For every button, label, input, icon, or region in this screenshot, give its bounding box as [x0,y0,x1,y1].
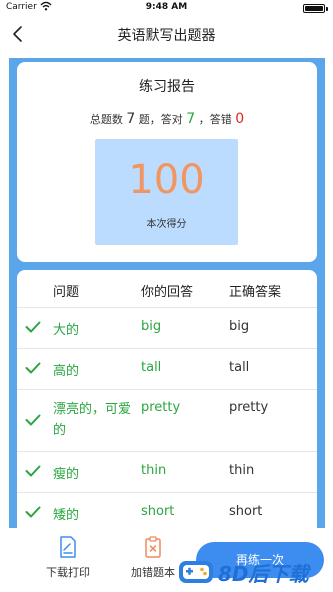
score-label: 本次得分 [146,219,187,230]
wrong-prefix: ，答错 [198,113,232,126]
row-question: 高的 [53,364,80,379]
check-icon [25,465,41,477]
total-suffix: 题，答对 [138,113,183,126]
clock: 9:48 AM [145,2,188,12]
wrong-book-label: 加错题本 [131,566,175,579]
wrong-book-icon [145,536,161,558]
results-table: 问题 你的回答 正确答案 大的 big big 高的 tall tall 漂亮的… [17,270,317,528]
report-summary: 总题数 7 题，答对 7 ，答错 0 [17,111,317,127]
table-row: 瘦的 thin thin [17,452,317,493]
row-question: 矮的 [53,508,80,523]
status-bar: Carrier 9:48 AM [0,0,333,16]
table-header: 问题 你的回答 正确答案 [17,270,317,308]
row-your-answer: pretty [141,400,181,415]
row-your-answer: big [141,319,162,334]
row-question: 漂亮的，可爱的 [53,402,132,438]
header-correct-answer: 正确答案 [229,285,282,300]
report-panel: 练习报告 总题数 7 题，答对 7 ，答错 0 100 本次得分 问题 你的回答… [9,58,325,528]
gamepad-icon [179,561,213,583]
wrong-count: 0 [235,111,245,127]
correct-count: 7 [186,111,196,127]
watermark-text: 8D后下载 [218,562,309,586]
total-prefix: 总题数 [89,113,123,126]
score-box: 100 本次得分 [95,139,238,245]
row-correct-answer: thin [229,463,255,478]
check-icon [25,362,41,374]
table-row: 漂亮的，可爱的 pretty pretty [17,390,317,452]
download-print-button[interactable]: 下载打印 [38,536,98,584]
add-to-wrong-book-button[interactable]: 加错题本 [123,536,183,584]
report-card: 练习报告 总题数 7 题，答对 7 ，答错 0 100 本次得分 [17,62,317,262]
table-row: 大的 big big [17,308,317,349]
row-correct-answer: short [229,504,263,519]
check-icon [25,321,41,333]
header-your-answer: 你的回答 [141,285,194,300]
row-question: 瘦的 [53,467,80,482]
total-count: 7 [126,111,136,127]
nav-bar: 英语默写出题器 [0,18,333,50]
row-correct-answer: pretty [229,400,269,415]
watermark: 8D后下载 [178,555,333,589]
download-print-label: 下载打印 [46,566,90,579]
row-correct-answer: tall [229,360,250,375]
row-your-answer: thin [141,463,167,478]
check-icon [25,414,41,426]
row-your-answer: tall [141,360,162,375]
table-row: 高的 tall tall [17,349,317,390]
battery-icon [303,4,328,13]
row-correct-answer: big [229,319,250,334]
header-question: 问题 [53,285,80,300]
page-title: 英语默写出题器 [117,28,216,44]
check-icon [25,506,41,518]
row-question: 大的 [53,323,80,338]
row-your-answer: short [141,504,175,519]
score-value: 100 [128,157,205,203]
report-title: 练习报告 [139,79,195,95]
table-row: 矮的 short short [17,493,317,528]
document-icon [60,536,76,558]
